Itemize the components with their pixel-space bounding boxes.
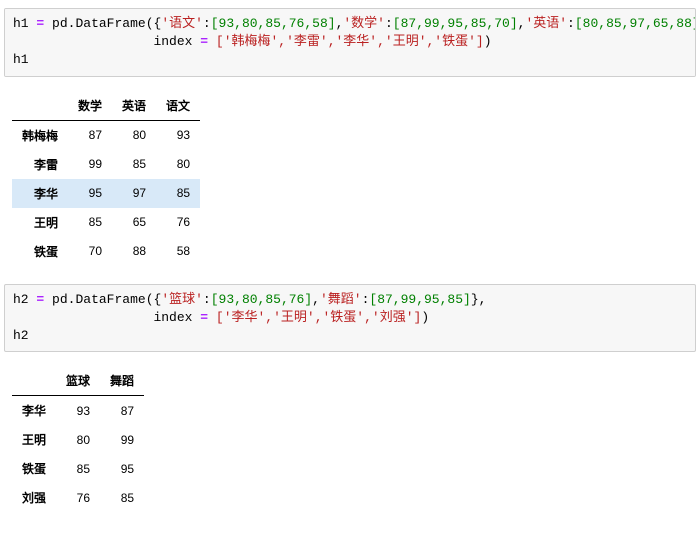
table-row-header: 铁蛋: [12, 237, 68, 266]
table-col-header: 语文: [156, 91, 200, 121]
table-row-header: 刘强: [12, 483, 56, 512]
table-row: 刘强 76 85: [12, 483, 144, 512]
code-cell-1: h1 = pd.DataFrame({'语文':[93,80,85,76,58]…: [4, 8, 696, 77]
table-row-header: 铁蛋: [12, 454, 56, 483]
code-index-kw: index: [153, 34, 192, 49]
table-row: 铁蛋 85 95: [12, 454, 144, 483]
code-key: '数学': [343, 16, 385, 31]
code-index-vals: ['李华','王明','铁蛋','刘强']: [216, 310, 421, 325]
code-cell-2: h2 = pd.DataFrame({'篮球':[93,80,85,76],'舞…: [4, 284, 696, 353]
table-cell: 76: [56, 483, 100, 512]
code-values: [87,99,95,85,70]: [393, 16, 518, 31]
table-cell: 95: [100, 454, 144, 483]
table-row: 李华 95 97 85: [12, 179, 200, 208]
table-col-header: 数学: [68, 91, 112, 121]
code-key: '语文': [161, 16, 203, 31]
code-dataframe: DataFrame: [75, 16, 145, 31]
code-var: h1: [13, 16, 29, 31]
table-cell: 85: [56, 454, 100, 483]
code-expr: h1: [13, 52, 29, 67]
table-cell: 80: [156, 150, 200, 179]
table-row: 韩梅梅 87 80 93: [12, 120, 200, 150]
table-cell: 80: [56, 425, 100, 454]
table-row-header: 李华: [12, 396, 56, 426]
code-key: '英语': [525, 16, 567, 31]
output-table-2: 篮球 舞蹈 李华 93 87 王明 80 99 铁蛋 85 95 刘强 76 8…: [12, 366, 144, 512]
code-var: h2: [13, 292, 29, 307]
table-col-header: 篮球: [56, 366, 100, 396]
output-table-1: 数学 英语 语文 韩梅梅 87 80 93 李雷 99 85 80 李华 95 …: [12, 91, 200, 266]
code-index-kw: index: [153, 310, 192, 325]
table-cell: 58: [156, 237, 200, 266]
table-cell: 95: [68, 179, 112, 208]
table-cell: 93: [156, 120, 200, 150]
table-cell: 99: [100, 425, 144, 454]
code-expr: h2: [13, 328, 29, 343]
table-cell: 99: [68, 150, 112, 179]
table-cell: 97: [112, 179, 156, 208]
table-cell: 65: [112, 208, 156, 237]
table-cell: 93: [56, 396, 100, 426]
table-col-header: 英语: [112, 91, 156, 121]
code-values: [80,85,97,65,88]: [575, 16, 696, 31]
code-op: =: [36, 16, 44, 31]
table-cell: 88: [112, 237, 156, 266]
table-row-header: 韩梅梅: [12, 120, 68, 150]
table-row: 王明 80 99: [12, 425, 144, 454]
code-values: [93,80,85,76]: [211, 292, 312, 307]
table-cell: 85: [112, 150, 156, 179]
table-cell: 70: [68, 237, 112, 266]
code-key: '篮球': [161, 292, 203, 307]
table-row-header: 王明: [12, 208, 68, 237]
table-cell: 87: [100, 396, 144, 426]
table-cell: 85: [68, 208, 112, 237]
table-row: 李雷 99 85 80: [12, 150, 200, 179]
code-values: [87,99,95,85]: [369, 292, 470, 307]
table-corner: [12, 91, 68, 121]
code-values: [93,80,85,76,58]: [211, 16, 336, 31]
table-cell: 85: [156, 179, 200, 208]
table-cell: 76: [156, 208, 200, 237]
table-col-header: 舞蹈: [100, 366, 144, 396]
table-row-header: 李华: [12, 179, 68, 208]
table-row-header: 王明: [12, 425, 56, 454]
table-row: 王明 85 65 76: [12, 208, 200, 237]
code-pd: pd: [52, 16, 68, 31]
table-cell: 80: [112, 120, 156, 150]
table-cell: 87: [68, 120, 112, 150]
code-index-vals: ['韩梅梅','李雷','李华','王明','铁蛋']: [216, 34, 484, 49]
table-row: 铁蛋 70 88 58: [12, 237, 200, 266]
table-cell: 85: [100, 483, 144, 512]
code-key: '舞蹈': [320, 292, 362, 307]
table-row-header: 李雷: [12, 150, 68, 179]
table-corner: [12, 366, 56, 396]
table-row: 李华 93 87: [12, 396, 144, 426]
